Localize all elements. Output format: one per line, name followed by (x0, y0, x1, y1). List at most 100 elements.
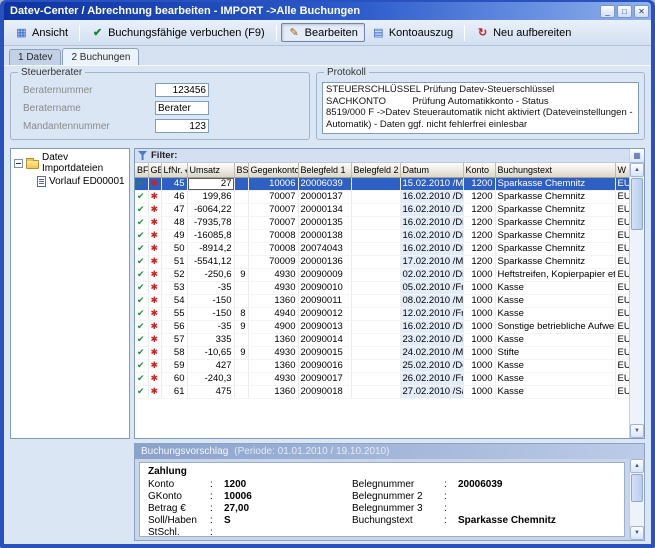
scroll-thumb[interactable] (631, 178, 643, 230)
state-asterisk-icon: ✱ (148, 190, 161, 203)
cell-belegfeld2 (351, 385, 400, 398)
col-bf[interactable]: BF (135, 163, 148, 177)
col-belegfeld2[interactable]: Belegfeld 2 (351, 163, 400, 177)
posted-check-icon-glyph: ✔ (137, 321, 145, 331)
col-konto[interactable]: Konto (463, 163, 495, 177)
maximize-button[interactable]: □ (617, 5, 632, 18)
colon: : (210, 515, 224, 527)
table-row[interactable]: ✔✱4527100062000603915.02.2010 /Mo1200Spa… (135, 177, 629, 190)
col-lfnr[interactable]: LfNr.▼ (161, 163, 187, 177)
table-row[interactable]: ✔✱49-16085,8700082000013816.02.2010 /Di1… (135, 229, 629, 242)
table-row[interactable]: ✔✱48-7935,78700072000013516.02.2010 /Di1… (135, 216, 629, 229)
cell-konto: 1000 (463, 307, 495, 320)
col-umsatz[interactable]: Umsatz (187, 163, 234, 177)
state-asterisk-icon-glyph: ✱ (151, 334, 159, 344)
table-row[interactable]: ✔✱52-250,6949302009000902.02.2010 /Di100… (135, 268, 629, 281)
booking-table-body: ✔✱4527100062000603915.02.2010 /Mo1200Spa… (135, 177, 629, 398)
close-button[interactable]: ✕ (634, 5, 649, 18)
col-datum[interactable]: Datum (400, 163, 463, 177)
beraternummer-field[interactable] (155, 83, 209, 97)
state-asterisk-icon: ✱ (148, 216, 161, 229)
filter-row[interactable]: Filter: (135, 149, 629, 163)
posted-check-icon: ✔ (135, 242, 148, 255)
state-asterisk-icon: ✱ (148, 255, 161, 268)
protokoll-line: 8519/000 F ->Datev Steuerautomatik nicht… (326, 107, 635, 130)
vorschlag-row: Konto:1200Belegnummer:20006039 (148, 479, 616, 491)
table-row[interactable]: ✔✱51-5541,12700092000013617.02.2010 /Mi1… (135, 255, 629, 268)
minimize-button[interactable]: _ (600, 5, 615, 18)
cell-umsatz: 475 (187, 385, 234, 398)
col-w[interactable]: W (615, 163, 629, 177)
cell-gegenkonto: 70009 (248, 255, 298, 268)
beratername-label: Beratername (23, 103, 155, 114)
table-row[interactable]: ✔✱56-35949002009001316.02.2010 /Di1000So… (135, 320, 629, 333)
scroll-down-arrow[interactable]: ▼ (630, 424, 644, 438)
title-bar[interactable]: Datev-Center / Abrechnung bearbeiten - I… (4, 2, 651, 20)
tree-expander-icon[interactable] (14, 159, 23, 168)
cell-datum: 15.02.2010 /Mo (400, 177, 463, 190)
colon: : (210, 479, 224, 491)
table-row[interactable]: ✔✱47-6064,22700072000013416.02.2010 /Di1… (135, 203, 629, 216)
tree-item-vorlauf[interactable]: Vorlauf ED00001 (11, 175, 129, 188)
vorschlag-scrollbar[interactable]: ▲ ▼ (629, 459, 644, 540)
verbuchen-button[interactable]: ✔ Buchungsfähige verbuchen (F9) (84, 23, 272, 42)
tree-root-item[interactable]: Datev Importdateien (11, 149, 129, 175)
col-belegfeld1[interactable]: Belegfeld 1 (298, 163, 351, 177)
cell-belegfeld2 (351, 268, 400, 281)
table-row[interactable]: ✔✱5942713602009001625.02.2010 /Do1000Kas… (135, 359, 629, 372)
table-row[interactable]: ✔✱54-15013602009001108.02.2010 /Mo1000Ka… (135, 294, 629, 307)
table-row[interactable]: ✔✱53-3549302009001005.02.2010 /Fr1000Kas… (135, 281, 629, 294)
buchungsvorschlag-panel: Buchungsvorschlag (Periode: 01.01.2010 /… (134, 443, 645, 541)
cell-waehrung: EU (615, 203, 629, 216)
field-label: Belegnummer (352, 479, 444, 491)
mandantennummer-label: Mandantennummer (23, 121, 155, 132)
cell-umsatz: -150 (187, 307, 234, 320)
bearbeiten-button[interactable]: ✎ Bearbeiten (281, 23, 365, 42)
state-asterisk-icon: ✱ (148, 268, 161, 281)
posted-check-icon-glyph: ✔ (137, 308, 145, 318)
mandantennummer-field[interactable] (155, 119, 209, 133)
tab-buchungen[interactable]: 2 Buchungen (62, 48, 139, 65)
table-row[interactable]: ✔✱46199,86700072000013716.02.2010 /Di120… (135, 190, 629, 203)
cell-belegfeld1: 20090012 (298, 307, 351, 320)
colon: : (444, 515, 458, 527)
scroll-up-arrow[interactable]: ▲ (630, 459, 644, 473)
filter-funnel-icon (138, 151, 147, 160)
table-row[interactable]: ✔✱55-150849402009001212.02.2010 /Fr1000K… (135, 307, 629, 320)
cell-lfnr: 56 (161, 320, 187, 333)
scroll-down-arrow[interactable]: ▼ (630, 526, 644, 540)
cell-waehrung: EU (615, 190, 629, 203)
scroll-up-arrow[interactable]: ▲ (630, 163, 644, 177)
col-bs[interactable]: BS (234, 163, 248, 177)
scroll-thumb[interactable] (631, 474, 643, 502)
table-row[interactable]: ✔✱5733513602009001423.02.2010 /Di1000Kas… (135, 333, 629, 346)
state-asterisk-icon: ✱ (148, 177, 161, 190)
table-row[interactable]: ✔✱50-8914,2700082007404316.02.2010 /Di12… (135, 242, 629, 255)
col-buchungstext[interactable]: Buchungstext (495, 163, 615, 177)
cell-gegenkonto: 10006 (248, 177, 298, 190)
posted-check-icon-glyph: ✔ (137, 282, 145, 292)
state-asterisk-icon-glyph: ✱ (151, 386, 159, 396)
kontoauszug-button[interactable]: ▤ Kontoauszug (365, 23, 460, 42)
col-gegenkonto[interactable]: Gegenkonto (248, 163, 298, 177)
ansicht-button[interactable]: ▦ Ansicht (8, 23, 75, 42)
tab-datev[interactable]: 1 Datev (9, 49, 61, 65)
table-row[interactable]: ✔✱60-240,349302009001726.02.2010 /Fr1000… (135, 372, 629, 385)
column-chooser-icon[interactable]: ▦ (630, 149, 644, 163)
field-label: StSchl. (148, 527, 210, 537)
field-value: 20006039 (458, 479, 616, 491)
cell-waehrung: EU (615, 359, 629, 372)
cell-konto: 1000 (463, 281, 495, 294)
cell-lfnr: 49 (161, 229, 187, 242)
beratername-field[interactable] (155, 101, 209, 115)
table-scrollbar[interactable]: ▦ ▲ ▼ (629, 149, 644, 438)
neu-aufbereiten-button[interactable]: ↻ Neu aufbereiten (469, 23, 578, 42)
col-gb[interactable]: GB (148, 163, 161, 177)
cell-datum: 16.02.2010 /Di (400, 229, 463, 242)
beraternummer-label: Beraternummer (23, 85, 155, 96)
protokoll-log[interactable]: STEUERSCHLÜSSEL Prüfung Datev-Steuerschl… (322, 82, 639, 134)
table-row[interactable]: ✔✱58-10,65949302009001524.02.2010 /Mi100… (135, 346, 629, 359)
table-row[interactable]: ✔✱6147513602009001827.02.2010 /Sa1000Kas… (135, 385, 629, 398)
cell-umsatz: -6064,22 (187, 203, 234, 216)
cell-belegfeld2 (351, 372, 400, 385)
